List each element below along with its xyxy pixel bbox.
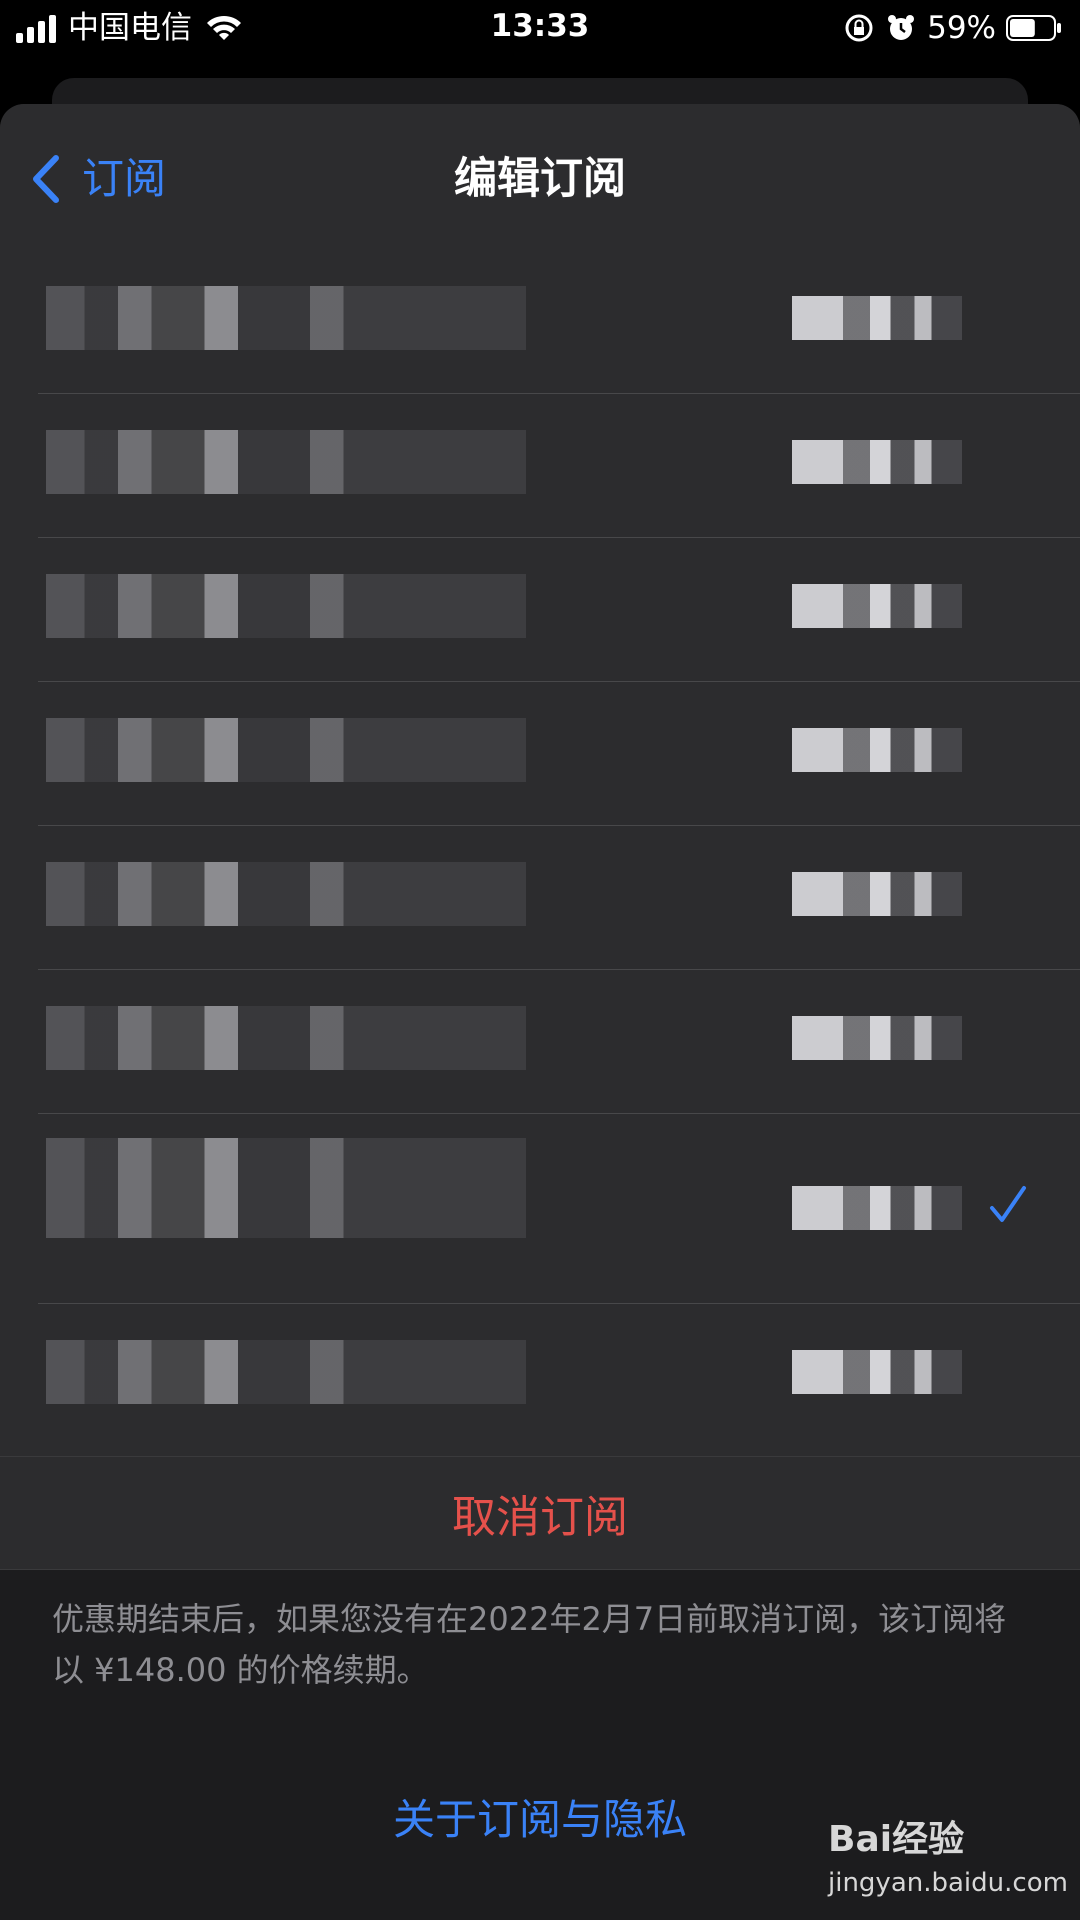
- blurred-plan-price: [792, 1016, 962, 1060]
- cancel-subscription-label: 取消订阅: [452, 1492, 628, 1543]
- blurred-plan-price: [792, 296, 962, 340]
- rotation-lock-icon: [845, 14, 873, 42]
- subscription-option-6[interactable]: [0, 970, 1080, 1114]
- subscription-option-7[interactable]: [0, 1114, 1080, 1304]
- watermark-url: jingyan.baidu.com: [828, 1868, 1068, 1898]
- blurred-plan-price: [792, 872, 962, 916]
- blurred-plan-name: [46, 1138, 526, 1238]
- edit-subscription-sheet: 订阅 编辑订阅 取消订阅 优惠期结束后，如果您没有在2022年2月7日前取消订阅…: [0, 104, 1080, 1920]
- screen: 中国电信 13:33 59% 订阅 编辑订阅 取消订阅 优惠期结束后，如果您没有…: [0, 0, 1080, 1920]
- battery-icon: [1006, 15, 1061, 41]
- blurred-plan-name: [46, 1006, 526, 1070]
- subscription-option-5[interactable]: [0, 826, 1080, 970]
- subscription-options-list: [0, 250, 1080, 1480]
- page-title: 编辑订阅: [454, 154, 626, 204]
- watermark-logo: Bai经验: [828, 1819, 965, 1860]
- blurred-plan-name: [46, 862, 526, 926]
- blurred-plan-price: [792, 1186, 962, 1230]
- blurred-plan-name: [46, 286, 526, 350]
- status-right: 59%: [843, 8, 1062, 48]
- status-bar: 中国电信 13:33 59%: [0, 0, 1080, 58]
- checkmark-icon: [990, 1186, 1026, 1222]
- blurred-plan-name: [46, 430, 526, 494]
- cancel-subscription-button[interactable]: 取消订阅: [0, 1456, 1080, 1570]
- alarm-icon: [888, 15, 915, 40]
- battery-percent: 59%: [927, 10, 996, 46]
- blurred-plan-name: [46, 1340, 526, 1404]
- renewal-footnote: 优惠期结束后，如果您没有在2022年2月7日前取消订阅，该订阅将以 ¥148.0…: [52, 1600, 1007, 1689]
- blurred-plan-price: [792, 584, 962, 628]
- watermark: Bai经验 jingyan.baidu.com: [828, 1810, 1068, 1908]
- subscription-option-8[interactable]: [0, 1304, 1080, 1448]
- subscription-option-1[interactable]: [0, 250, 1080, 394]
- blurred-plan-price: [792, 1350, 962, 1394]
- subscription-option-2[interactable]: [0, 394, 1080, 538]
- subscription-option-3[interactable]: [0, 538, 1080, 682]
- blurred-plan-name: [46, 718, 526, 782]
- subscription-option-4[interactable]: [0, 682, 1080, 826]
- blurred-plan-name: [46, 574, 526, 638]
- blurred-plan-price: [792, 440, 962, 484]
- blurred-plan-price: [792, 728, 962, 772]
- navigation-bar: 订阅 编辑订阅: [0, 104, 1080, 250]
